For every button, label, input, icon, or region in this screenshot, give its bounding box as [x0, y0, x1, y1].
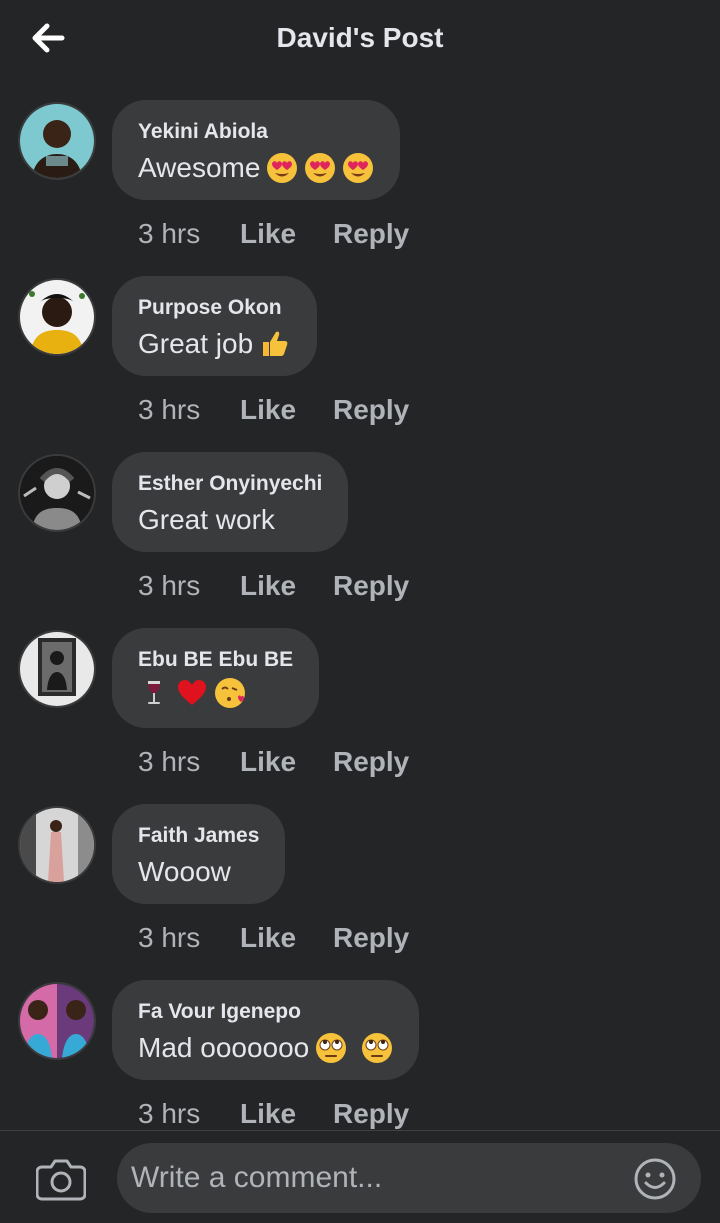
- eye-roll-emoji-icon: [315, 1032, 347, 1064]
- comment-author[interactable]: Esther Onyinyechi: [138, 471, 322, 497]
- comment-text-value: Mad ooooooo: [138, 1032, 310, 1063]
- kissing-face-emoji-icon: [214, 677, 246, 709]
- like-button[interactable]: Like: [240, 1098, 333, 1130]
- smiley-icon: [634, 1158, 676, 1200]
- avatar[interactable]: [18, 278, 96, 356]
- comment-time: 3 hrs: [138, 218, 201, 249]
- like-button[interactable]: Like: [240, 218, 333, 250]
- comment-actions: 3 hrs Like Reply: [138, 568, 409, 604]
- camera-button[interactable]: [35, 1157, 87, 1201]
- comment-actions: 3 hrs Like Reply: [138, 392, 409, 428]
- like-button[interactable]: Like: [240, 394, 333, 426]
- heart-eyes-emoji-icon: [266, 152, 298, 184]
- reply-button[interactable]: Reply: [333, 570, 409, 602]
- comment-author[interactable]: Fa Vour Igenepo: [138, 999, 393, 1025]
- avatar[interactable]: [18, 102, 96, 180]
- comment-time: 3 hrs: [138, 394, 201, 425]
- comment-actions: 3 hrs Like Reply: [138, 216, 409, 252]
- comment-text: Mad ooooooo: [138, 1029, 393, 1067]
- page-title: David's Post: [276, 22, 444, 53]
- comment-text: Wooow: [138, 853, 259, 891]
- wine-glass-emoji-icon: [138, 677, 170, 709]
- like-button[interactable]: Like: [240, 922, 333, 954]
- reply-button[interactable]: Reply: [333, 1098, 409, 1130]
- like-button[interactable]: Like: [240, 746, 333, 778]
- comment-bubble: Purpose Okon Great job: [112, 276, 318, 376]
- emoji-button[interactable]: [633, 1157, 677, 1201]
- camera-icon: [35, 1159, 87, 1201]
- reply-button[interactable]: Reply: [333, 218, 409, 250]
- like-button[interactable]: Like: [240, 570, 333, 602]
- avatar[interactable]: [18, 806, 96, 884]
- comment-time: 3 hrs: [138, 1098, 201, 1129]
- reply-button[interactable]: Reply: [333, 746, 409, 778]
- comment-bubble: Faith James Wooow: [112, 804, 286, 904]
- comment-item: Purpose Okon Great job 3 hrs Like Reply: [0, 276, 720, 452]
- reply-button[interactable]: Reply: [333, 922, 409, 954]
- avatar[interactable]: [18, 982, 96, 1060]
- thumbs-up-emoji-icon: [259, 328, 291, 360]
- comment-bubble: Ebu BE Ebu BE: [112, 628, 320, 728]
- comment-time: 3 hrs: [138, 922, 201, 953]
- app-window: David's Post Yekini Abiola Awesome 3 hrs…: [0, 0, 720, 1223]
- red-heart-emoji-icon: [176, 677, 208, 709]
- comment-list: Yekini Abiola Awesome 3 hrs Like Reply P…: [0, 100, 720, 1156]
- comment-text-value: Wooow: [138, 856, 231, 887]
- comment-text: [138, 677, 293, 709]
- comment-bubble: Esther Onyinyechi Great work: [112, 452, 349, 552]
- comment-text: Great job: [138, 325, 291, 363]
- comment-time: 3 hrs: [138, 746, 201, 777]
- reply-button[interactable]: Reply: [333, 394, 409, 426]
- comment-item: Esther Onyinyechi Great work 3 hrs Like …: [0, 452, 720, 628]
- comment-text-value: Great job: [138, 328, 254, 359]
- avatar[interactable]: [18, 454, 96, 532]
- avatar[interactable]: [18, 630, 96, 708]
- comment-actions: 3 hrs Like Reply: [138, 744, 409, 780]
- eye-roll-emoji-icon: [361, 1032, 393, 1064]
- comment-bubble: Fa Vour Igenepo Mad ooooooo: [112, 980, 420, 1080]
- comment-text: Great work: [138, 501, 322, 539]
- comment-bubble: Yekini Abiola Awesome: [112, 100, 401, 200]
- comment-author[interactable]: Yekini Abiola: [138, 119, 374, 145]
- comment-item: Ebu BE Ebu BE 3 hrs Like Reply: [0, 628, 720, 804]
- comment-text-value: Great work: [138, 504, 275, 535]
- comment-actions: 3 hrs Like Reply: [138, 1096, 409, 1132]
- heart-eyes-emoji-icon: [304, 152, 336, 184]
- comment-composer: [0, 1130, 720, 1223]
- comment-author[interactable]: Ebu BE Ebu BE: [138, 647, 293, 673]
- comment-actions: 3 hrs Like Reply: [138, 920, 409, 956]
- comment-author[interactable]: Faith James: [138, 823, 259, 849]
- header: David's Post: [0, 0, 720, 82]
- comment-author[interactable]: Purpose Okon: [138, 295, 291, 321]
- comment-text: Awesome: [138, 149, 374, 187]
- comment-input[interactable]: [117, 1143, 701, 1213]
- heart-eyes-emoji-icon: [342, 152, 374, 184]
- comment-time: 3 hrs: [138, 570, 201, 601]
- comment-item: Faith James Wooow 3 hrs Like Reply: [0, 804, 720, 980]
- comment-text-value: Awesome: [138, 152, 261, 183]
- comment-item: Yekini Abiola Awesome 3 hrs Like Reply: [0, 100, 720, 276]
